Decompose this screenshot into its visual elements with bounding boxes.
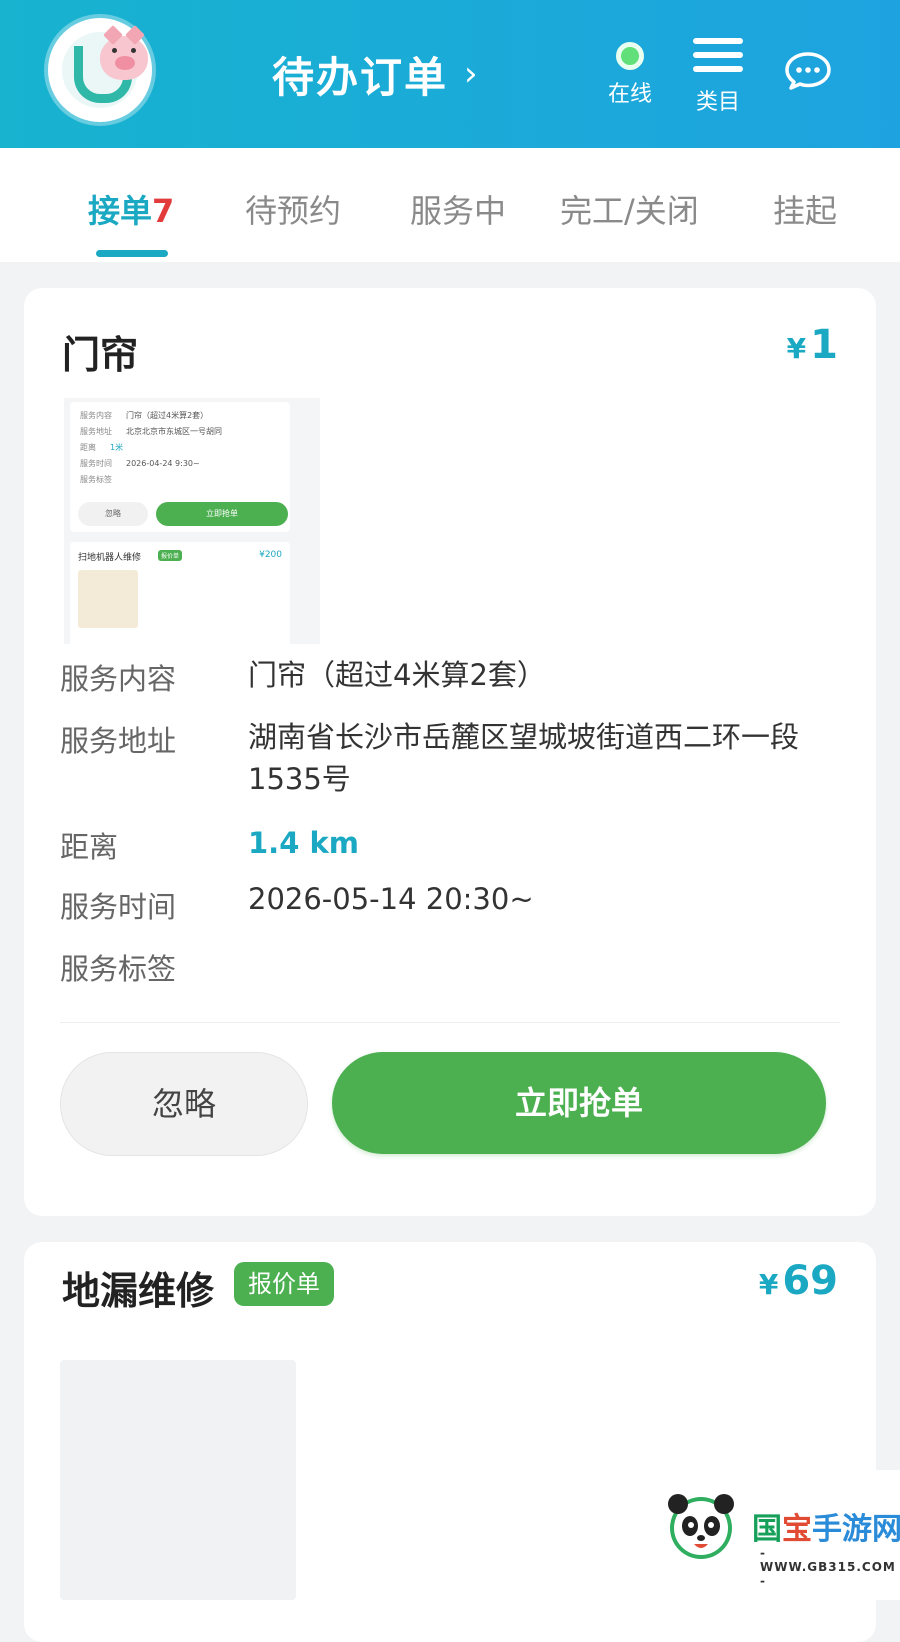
order-card[interactable]: 门帘 ¥1 服务内容 门帘（超过4米算2套） 服务地址 北京北京市东城区一号胡同 距… (24, 288, 876, 1216)
price-currency: ¥ (786, 332, 807, 365)
online-label: 在线 (607, 82, 652, 107)
brand-char: 国 (752, 1512, 782, 1547)
tab-count-badge: 7 (152, 192, 175, 230)
price-amount: 69 (782, 1258, 838, 1304)
thumb-label: 服务时间 (80, 459, 112, 468)
grab-order-button[interactable]: 立即抢单 (332, 1052, 826, 1154)
order-status-tabs: 接单7 待预约 服务中 完工/关闭 挂起 (0, 148, 900, 262)
tab-accept[interactable]: 接单7 (88, 186, 174, 232)
quote-badge: 报价单 (234, 1262, 334, 1306)
price-amount: 1 (810, 322, 838, 368)
service-tags-label: 服务标签 (60, 952, 177, 986)
online-dot-icon (616, 42, 644, 70)
thumb-next-tag: 报价单 (158, 550, 183, 561)
thumb-label: 服务地址 (80, 427, 112, 436)
tab-to-schedule[interactable]: 待预约 (245, 186, 341, 232)
app-header: 待办订单 › 在线 类目 (0, 0, 900, 148)
order-title: 门帘 (62, 333, 139, 377)
price-currency: ¥ (758, 1268, 779, 1301)
service-content-value: 门帘（超过4米算2套） (248, 658, 546, 692)
order-price: ¥1 (787, 322, 838, 368)
order-price: ¥69 (759, 1258, 838, 1304)
thumb-value: 北京北京市东城区一号胡同 (126, 427, 222, 436)
chat-bubble-icon[interactable] (784, 52, 832, 90)
order-image-thumbnail[interactable]: 服务内容 门帘（超过4米算2套） 服务地址 北京北京市东城区一号胡同 距离 1米 服务… (64, 398, 320, 644)
service-address-value: 湖南省长沙市岳麓区望城坡街道西二环一段1535号 (248, 720, 800, 796)
watermark-brand-name: 国宝手游网 (752, 1504, 900, 1548)
thumb-value: 1米 (110, 443, 124, 452)
tab-completed-closed[interactable]: 完工/关闭 (560, 186, 699, 232)
online-status[interactable]: 在线 (600, 40, 660, 108)
card-divider (60, 1022, 840, 1023)
tab-in-service[interactable]: 服务中 (410, 186, 506, 232)
thumb-product-image (78, 570, 138, 628)
thumb-next-price: ¥200 (259, 550, 282, 560)
order-image-thumbnail[interactable] (60, 1360, 296, 1600)
thumb-label: 距离 (80, 443, 96, 452)
brand-char: 手游网 (812, 1512, 900, 1547)
menu-icon (693, 38, 743, 72)
thumb-label: 服务内容 (80, 411, 112, 420)
tab-suspended[interactable]: 挂起 (773, 186, 837, 232)
thumb-value: 门帘（超过4米算2套） (126, 411, 209, 420)
thumb-next-title: 扫地机器人维修 (78, 553, 142, 563)
app-logo-icon (48, 18, 152, 122)
service-address-label: 服务地址 (60, 724, 177, 758)
distance-label: 距离 (60, 830, 119, 864)
watermark-url: - WWW.GB315.COM - (760, 1546, 896, 1588)
service-content-label: 服务内容 (60, 662, 177, 696)
thumb-value: 2026-04-24 9:30~ (126, 459, 200, 468)
thumb-label: 服务标签 (80, 475, 112, 484)
thumb-ignore-button: 忽略 (78, 502, 148, 526)
panda-logo-icon (668, 1494, 734, 1559)
distance-value: 1.4 km (248, 826, 359, 860)
header-title-text: 待办订单 (272, 52, 449, 102)
service-time-value: 2026-05-14 20:30~ (248, 882, 534, 916)
order-title: 地漏维修 (62, 1269, 215, 1313)
thumb-grab-button: 立即抢单 (156, 502, 288, 526)
category-label: 类目 (695, 90, 740, 115)
service-time-label: 服务时间 (60, 890, 177, 924)
brand-char: 宝 (782, 1512, 812, 1547)
ignore-button[interactable]: 忽略 (60, 1052, 308, 1156)
active-tab-indicator (96, 250, 168, 257)
category-button[interactable]: 类目 (690, 38, 746, 116)
site-watermark: 国宝手游网 - WWW.GB315.COM - (648, 1470, 900, 1600)
chevron-right-icon: › (464, 54, 480, 94)
pending-orders-title[interactable]: 待办订单 › (272, 46, 480, 102)
tab-label: 接单 (88, 192, 153, 230)
